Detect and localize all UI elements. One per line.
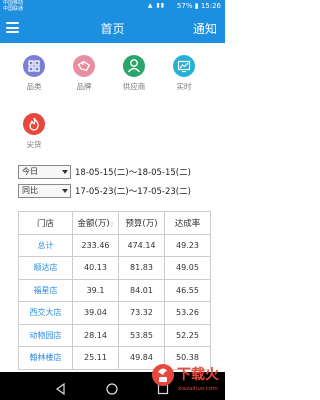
watermark-text: 下载火	[177, 367, 219, 383]
store-name[interactable]: 动物园店	[18, 323, 73, 347]
carrier-info: 中国移动 中国联通	[3, 0, 24, 12]
notification-button[interactable]: 通知	[193, 20, 217, 37]
header-rate[interactable]: 达成率	[164, 211, 211, 235]
header-store[interactable]: 门店	[18, 211, 73, 235]
table-row: 动物园店 28.14 53.85 52.25	[18, 323, 211, 347]
rate-cell: 49.23	[164, 233, 211, 257]
flame-icon	[23, 113, 45, 135]
table-header-row: 门店 金额(万)▽ 预算(万) 达成率	[18, 211, 211, 235]
grid-item-hot[interactable]: 尖货	[9, 113, 59, 150]
battery-icon: ▮	[194, 2, 199, 10]
supplier-icon	[123, 55, 145, 77]
watermark-url: xiazaihuo.com	[178, 386, 218, 392]
page-title: 首页	[100, 22, 125, 36]
sort-icon: ▽	[109, 221, 114, 228]
store-name[interactable]: 西交大店	[18, 301, 73, 325]
home-icon[interactable]	[106, 380, 118, 399]
amount-cell: 39.1	[72, 278, 119, 302]
table-row: 顺达店 40.13 81.83 49.05	[18, 256, 211, 280]
carrier-2: 中国联通	[3, 5, 24, 12]
clock: 15:26	[200, 2, 221, 10]
watermark-logo: 下载火 xiazaihuo.com	[149, 358, 221, 398]
chevron-down-icon	[62, 170, 68, 174]
grid-item-category[interactable]: 品类	[9, 55, 59, 92]
status-right: 57% ▮ 15:26	[177, 2, 221, 11]
header-amount-label: 金额(万)	[77, 218, 110, 229]
budget-cell: 53.85	[118, 323, 165, 347]
header-budget[interactable]: 预算(万)	[118, 211, 165, 235]
grid-item-brand[interactable]: 品牌	[59, 55, 109, 92]
realtime-chart-icon	[173, 55, 195, 77]
rate-cell: 46.55	[164, 278, 211, 302]
date-range-text: 18-05-15(二)～18-05-15(二)	[75, 168, 191, 178]
grid-item-supplier[interactable]: 供应商	[109, 55, 159, 92]
chevron-down-icon	[62, 189, 68, 193]
grid-label: 品类	[26, 82, 42, 91]
budget-cell: 84.01	[118, 278, 165, 302]
amount-cell: 25.11	[72, 346, 119, 370]
category-icon	[23, 55, 45, 77]
compare-range-text: 17-05-23(二)～17-05-23(二)	[75, 187, 191, 197]
period-select[interactable]: 今日	[18, 165, 71, 179]
store-name[interactable]: 顺达店	[18, 256, 73, 280]
tag-icon	[73, 55, 95, 77]
back-icon[interactable]	[55, 380, 67, 399]
amount-cell: 40.13	[72, 256, 119, 280]
compare-filter-row: 同比 17-05-23(二)～17-05-23(二)	[18, 184, 218, 198]
sales-table: 门店 金额(万)▽ 预算(万) 达成率 总计 233.46 474.14 49.…	[18, 211, 211, 370]
top-nav-bar: 首页 通知	[0, 13, 225, 43]
header-amount[interactable]: 金额(万)▽	[72, 211, 119, 235]
rate-cell: 52.25	[164, 323, 211, 347]
store-name[interactable]: 福星店	[18, 278, 73, 302]
compare-select-value: 同比	[22, 186, 38, 195]
rate-cell: 53.26	[164, 301, 211, 325]
grid-label: 供应商	[122, 82, 146, 91]
table-row: 总计 233.46 474.14 49.23	[18, 233, 211, 257]
table-row: 福星店 39.1 84.01 46.55	[18, 278, 211, 302]
grid-label: 尖货	[26, 140, 42, 149]
date-filter-row: 今日 18-05-15(二)～18-05-15(二)	[18, 165, 218, 179]
budget-cell: 73.32	[118, 301, 165, 325]
battery-level: 57%	[176, 2, 193, 10]
signal-icons: ▲ ▮▮	[147, 2, 165, 9]
period-select-value: 今日	[22, 167, 38, 176]
compare-select[interactable]: 同比	[18, 184, 71, 198]
grid-item-realtime[interactable]: 实时	[159, 55, 209, 92]
grid-label: 实时	[176, 82, 192, 91]
amount-cell: 39.04	[72, 301, 119, 325]
amount-cell: 28.14	[72, 323, 119, 347]
budget-cell: 474.14	[118, 233, 165, 257]
store-name[interactable]: 翰林楼店	[18, 346, 73, 370]
budget-cell: 81.83	[118, 256, 165, 280]
store-name[interactable]: 总计	[18, 233, 73, 257]
amount-cell: 233.46	[72, 233, 119, 257]
rate-cell: 49.05	[164, 256, 211, 280]
table-row: 西交大店 39.04 73.32 53.26	[18, 301, 211, 325]
status-bar: 中国移动 中国联通 ▲ ▮▮ 57% ▮ 15:26	[0, 0, 225, 13]
grid-label: 品牌	[76, 82, 92, 91]
